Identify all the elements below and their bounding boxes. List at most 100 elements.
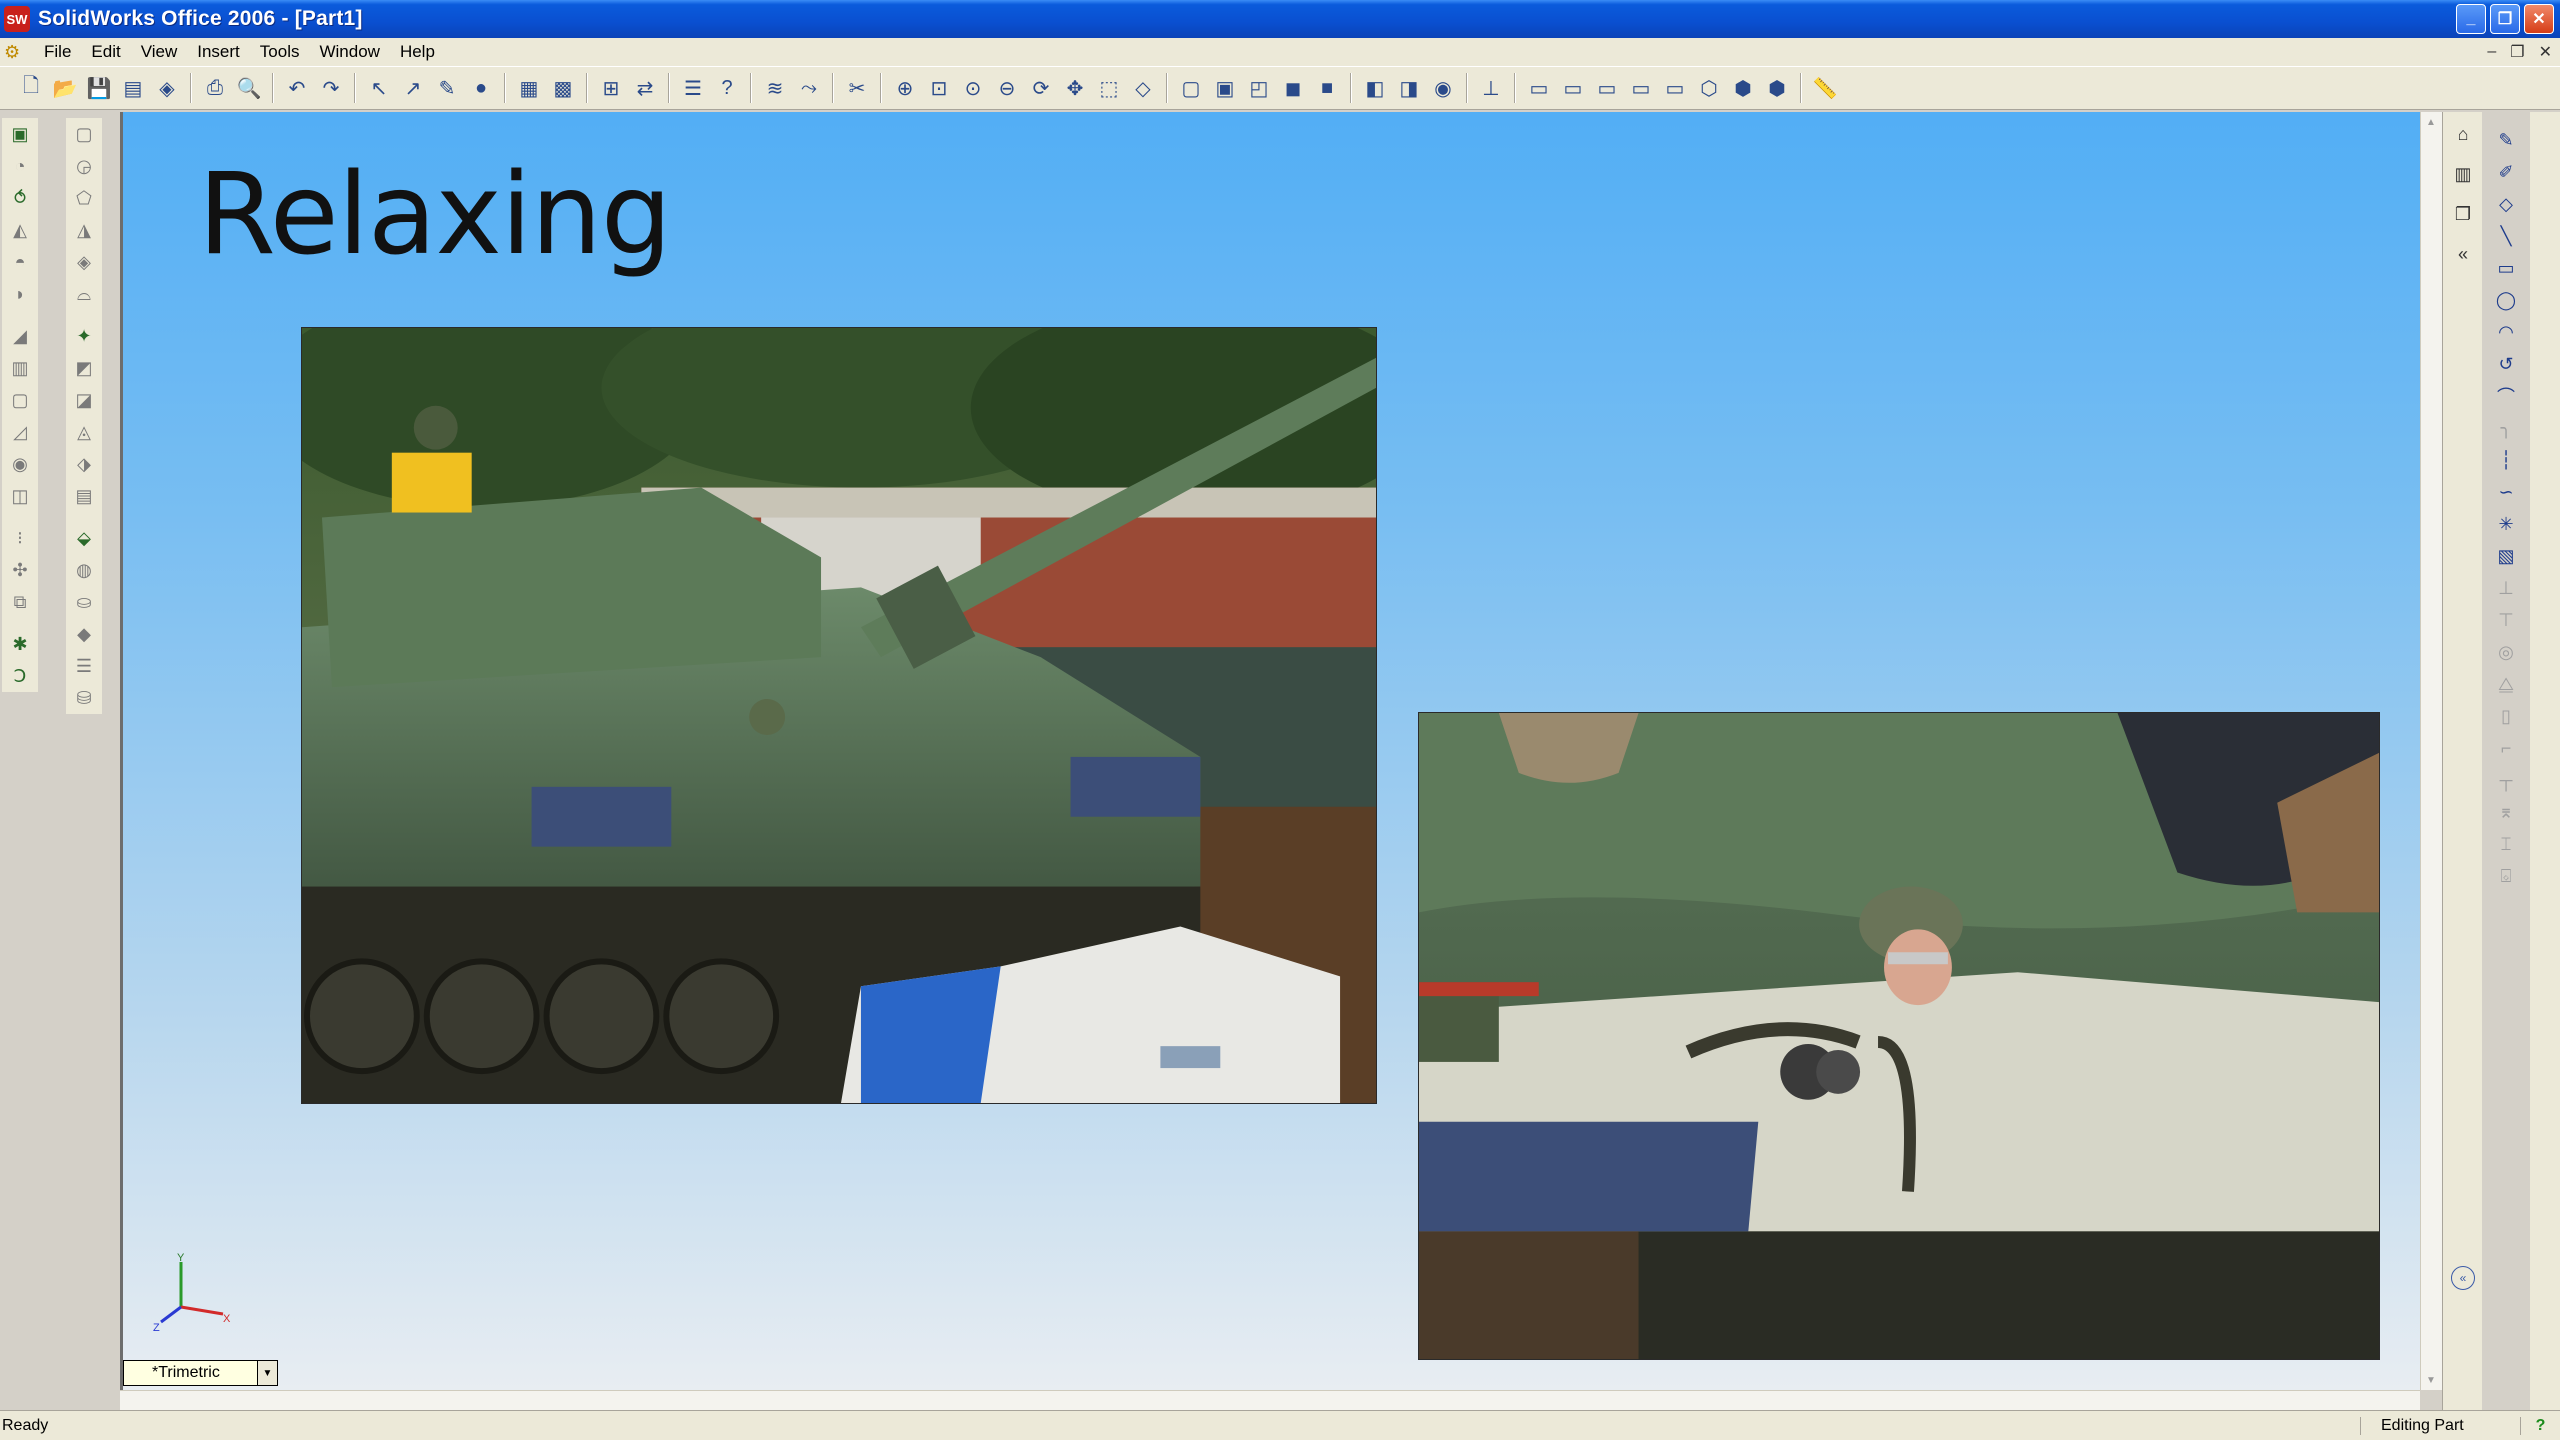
line-icon[interactable]: ╲ [2489, 220, 2523, 252]
rotate-icon[interactable]: ⟳ [1024, 71, 1058, 105]
sketch-tools-icon[interactable]: ✂ [840, 71, 874, 105]
tangent-arc-icon[interactable]: ↺ [2489, 348, 2523, 380]
circular-pattern-icon[interactable]: ✣ [4, 554, 36, 586]
select-icon[interactable]: ↖ [362, 71, 396, 105]
menu-edit[interactable]: Edit [81, 42, 130, 62]
wireframe-icon[interactable]: ▢ [1174, 71, 1208, 105]
graphics-area[interactable]: Relaxing Y X Z *Trimetric ▼ [120, 112, 2420, 1390]
thicken-icon[interactable]: ▤ [68, 480, 100, 512]
circle-icon[interactable]: ◯ [2489, 284, 2523, 316]
appearances-icon[interactable]: « [2445, 236, 2481, 272]
options-icon[interactable]: ▩ [546, 71, 580, 105]
deform-icon[interactable]: ⛀ [68, 586, 100, 618]
chamfer-icon[interactable]: ◢ [4, 320, 36, 352]
view-orientation-icon[interactable]: ◇ [1126, 71, 1160, 105]
properties-icon[interactable]: ☰ [676, 71, 710, 105]
reference-geometry-icon[interactable]: ✱ [4, 628, 36, 660]
cut-loft-icon[interactable]: ◮ [68, 214, 100, 246]
routing-icon[interactable]: ⤳ [792, 71, 826, 105]
menu-file[interactable]: File [34, 42, 81, 62]
iso-icon[interactable]: ⬡ [1692, 71, 1726, 105]
front-view-icon[interactable]: ▭ [1522, 71, 1556, 105]
loft-icon[interactable]: ◭ [4, 214, 36, 246]
chevron-down-icon[interactable]: ▼ [257, 1361, 277, 1385]
doc-minimize-button[interactable]: – [2487, 43, 2496, 61]
document-icon[interactable]: ⚙ [4, 41, 28, 63]
dimetric-icon[interactable]: ⬢ [1726, 71, 1760, 105]
home-icon[interactable]: ⌂ [2445, 116, 2481, 152]
compare-icon[interactable]: ⇄ [628, 71, 662, 105]
smart-select-icon[interactable]: ↗ [396, 71, 430, 105]
realview-icon[interactable]: ◉ [1426, 71, 1460, 105]
menu-tools[interactable]: Tools [250, 42, 310, 62]
extrude-boss-icon[interactable]: ▣ [4, 118, 36, 150]
zoom-fit-icon[interactable]: ⊕ [888, 71, 922, 105]
new-icon[interactable]: 🗋 [14, 71, 48, 105]
publish-icon[interactable]: ◈ [150, 71, 184, 105]
rib-icon[interactable]: ▥ [4, 352, 36, 384]
right-view-icon[interactable]: ▭ [1624, 71, 1658, 105]
plane-icon[interactable]: ⊥ [1474, 71, 1508, 105]
fillet-sketch-icon[interactable]: ╮ [2489, 412, 2523, 444]
point-icon[interactable]: ✳ [2489, 508, 2523, 540]
indent-icon[interactable]: ◆ [68, 618, 100, 650]
instant3d-icon[interactable]: ✦ [68, 320, 100, 352]
3d-icon[interactable]: ⬚ [1092, 71, 1126, 105]
cut-boundary-icon[interactable]: ◈ [68, 246, 100, 278]
linear-sketch-pattern-icon[interactable]: ⌶ [2489, 828, 2523, 860]
close-button[interactable]: ✕ [2524, 4, 2554, 34]
doc-restore-button[interactable]: ❐ [2510, 42, 2524, 62]
cut-extrude-icon[interactable]: ▢ [68, 118, 100, 150]
scale-sketch-icon[interactable]: ⌆ [2489, 796, 2523, 828]
vertical-scrollbar[interactable]: ▲ ▼ [2420, 112, 2442, 1390]
dimxpert-icon[interactable]: ⊞ [594, 71, 628, 105]
trimetric-icon[interactable]: ⬢ [1760, 71, 1794, 105]
cut-revolve-icon[interactable]: ◶ [68, 150, 100, 182]
undo-icon[interactable]: ↶ [280, 71, 314, 105]
sketch-icon[interactable]: ✎ [2489, 124, 2523, 156]
split-icon[interactable]: ◩ [68, 352, 100, 384]
rotate-sketch-icon[interactable]: ┬ [2489, 764, 2523, 796]
file-explorer-icon[interactable]: ❐ [2445, 196, 2481, 232]
section-icon[interactable]: ◧ [1358, 71, 1392, 105]
menu-window[interactable]: Window [309, 42, 389, 62]
print-icon[interactable]: ▤ [116, 71, 150, 105]
scale-icon[interactable]: ⬙ [68, 522, 100, 554]
intersect-icon[interactable]: ◬ [68, 416, 100, 448]
arc-icon[interactable]: ◠ [2489, 316, 2523, 348]
three-point-arc-icon[interactable]: ⌒ [2489, 380, 2523, 412]
restore-button[interactable]: ❐ [2490, 4, 2520, 34]
offset-icon[interactable]: ◎ [2489, 636, 2523, 668]
expand-task-pane-icon[interactable]: « [2451, 1266, 2475, 1290]
fillet-icon[interactable]: ◗ [4, 278, 36, 310]
extend-icon[interactable]: ⊤ [2489, 604, 2523, 636]
surface-icon[interactable]: ⛁ [68, 682, 100, 714]
perspective-icon[interactable]: ◨ [1392, 71, 1426, 105]
sweep-icon[interactable]: ⥀ [4, 182, 36, 214]
centerline-icon[interactable]: ┆ [2489, 444, 2523, 476]
menu-insert[interactable]: Insert [187, 42, 250, 62]
hidden-lines-icon[interactable]: ▣ [1208, 71, 1242, 105]
move-body-icon[interactable]: ⬗ [68, 448, 100, 480]
top-view-icon[interactable]: ▭ [1658, 71, 1692, 105]
freeform-icon[interactable]: ☰ [68, 650, 100, 682]
3d-sketch-icon[interactable]: ✐ [2489, 156, 2523, 188]
solidworks-app-icon[interactable]: SW [4, 6, 30, 32]
linear-pattern-icon[interactable]: ⁝ [4, 522, 36, 554]
zoom-area-icon[interactable]: ⊡ [922, 71, 956, 105]
zoom-in-icon[interactable]: ⊙ [956, 71, 990, 105]
trim-icon[interactable]: ⊥ [2489, 572, 2523, 604]
scroll-up-icon[interactable]: ▲ [2421, 112, 2441, 132]
mirror-icon[interactable]: ⧉ [4, 586, 36, 618]
zoom-out-icon[interactable]: ⊖ [990, 71, 1024, 105]
view-orientation-dropdown[interactable]: *Trimetric ▼ [123, 1360, 278, 1386]
left-view-icon[interactable]: ▭ [1590, 71, 1624, 105]
open-icon[interactable]: 📂 [48, 71, 82, 105]
revolve-icon[interactable]: ◔ [4, 150, 36, 182]
pan-icon[interactable]: ✥ [1058, 71, 1092, 105]
curves-icon[interactable]: Ↄ [4, 660, 36, 692]
mirror-sketch-icon[interactable]: ⧋ [2489, 668, 2523, 700]
shaded-edges-icon[interactable]: ◼ [1276, 71, 1310, 105]
back-view-icon[interactable]: ▭ [1556, 71, 1590, 105]
repair-sketch-icon[interactable]: ⌺ [2489, 860, 2523, 892]
